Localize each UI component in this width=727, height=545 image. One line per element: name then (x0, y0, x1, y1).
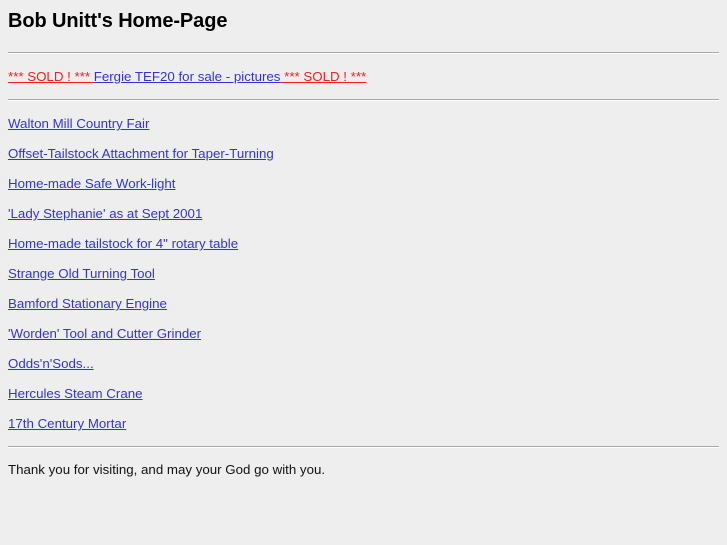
list-item: Strange Old Turning Tool (8, 267, 719, 280)
link-worden-tool-and-cutter-grinder[interactable]: 'Worden' Tool and Cutter Grinder (8, 326, 201, 341)
list-item: Home-made tailstock for 4" rotary table (8, 237, 719, 250)
list-item: Hercules Steam Crane (8, 387, 719, 400)
list-item: Bamford Stationary Engine (8, 297, 719, 310)
link-hercules-steam-crane[interactable]: Hercules Steam Crane (8, 386, 143, 401)
sold-prefix-text: *** SOLD ! *** (8, 69, 94, 84)
link-17th-century-mortar[interactable]: 17th Century Mortar (8, 416, 126, 431)
link-strange-old-turning-tool[interactable]: Strange Old Turning Tool (8, 266, 155, 281)
link-home-made-tailstock-rotary-table[interactable]: Home-made tailstock for 4" rotary table (8, 236, 238, 251)
link-home-made-safe-work-light[interactable]: Home-made Safe Work-light (8, 176, 176, 191)
list-item: Odds'n'Sods... (8, 357, 719, 370)
list-item: Offset-Tailstock Attachment for Taper-Tu… (8, 147, 719, 160)
list-item: Walton Mill Country Fair (8, 117, 719, 130)
link-walton-mill-country-fair[interactable]: Walton Mill Country Fair (8, 116, 149, 131)
fergie-tef20-sold-link[interactable]: *** SOLD ! *** Fergie TEF20 for sale - p… (8, 69, 366, 84)
divider-bottom (8, 446, 719, 448)
link-odds-n-sods[interactable]: Odds'n'Sods... (8, 356, 94, 371)
link-lady-stephanie[interactable]: 'Lady Stephanie' as at Sept 2001 (8, 206, 202, 221)
main-link-list: Walton Mill Country Fair Offset-Tailstoc… (8, 117, 719, 430)
list-item: 'Worden' Tool and Cutter Grinder (8, 327, 719, 340)
page-container: Bob Unitt's Home-Page *** SOLD ! *** Fer… (0, 0, 727, 486)
list-item: 17th Century Mortar (8, 417, 719, 430)
fergie-tef20-label: Fergie TEF20 for sale - pictures (93, 69, 281, 84)
divider-second (8, 99, 719, 101)
list-item: Home-made Safe Work-light (8, 177, 719, 190)
page-title: Bob Unitt's Home-Page (8, 10, 228, 32)
list-item: 'Lady Stephanie' as at Sept 2001 (8, 207, 719, 220)
featured-link-row: *** SOLD ! *** Fergie TEF20 for sale - p… (8, 69, 719, 84)
link-bamford-stationary-engine[interactable]: Bamford Stationary Engine (8, 296, 167, 311)
footer-message: Thank you for visiting, and may your God… (8, 462, 326, 477)
link-offset-tailstock-attachment[interactable]: Offset-Tailstock Attachment for Taper-Tu… (8, 146, 274, 161)
divider-top (8, 52, 719, 54)
sold-suffix-text: *** SOLD ! *** (280, 69, 367, 84)
